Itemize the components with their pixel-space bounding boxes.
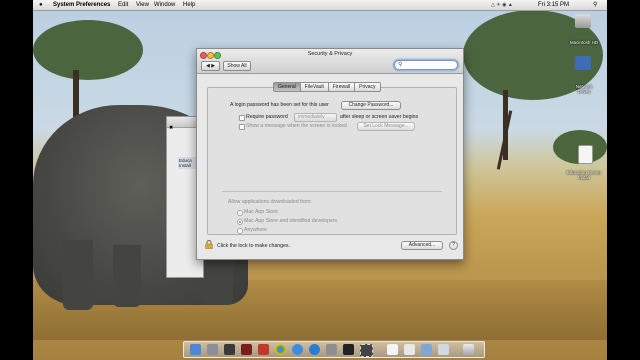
hard-drive-icon[interactable] bbox=[575, 14, 591, 28]
tools-icon: ✖ bbox=[169, 125, 174, 131]
require-password-label: Require password bbox=[246, 114, 288, 120]
require-password-checkbox[interactable] bbox=[239, 115, 245, 121]
desktop-icon-label: Network Drives bbox=[575, 84, 593, 94]
lock-icon[interactable] bbox=[205, 240, 213, 249]
require-password-popup[interactable]: immediately bbox=[294, 113, 337, 122]
search-icon[interactable]: ⚲ bbox=[593, 0, 597, 10]
tab-firewall[interactable]: Firewall bbox=[328, 82, 356, 92]
desktop-icon-label: Education Server Install bbox=[566, 170, 602, 180]
security-privacy-window: Security & Privacy ◀ ▶ Show All ⚲ Genera… bbox=[196, 48, 464, 260]
clock[interactable]: Fri 3:15 PM bbox=[538, 0, 569, 10]
desktop: ● System Preferences Edit View Window He… bbox=[33, 0, 607, 360]
require-password-suffix: after sleep or screen saver begins bbox=[340, 114, 419, 120]
film-icon[interactable] bbox=[360, 344, 373, 357]
background-window-label[interactable]: Educa Install bbox=[178, 157, 198, 169]
network-icon[interactable] bbox=[575, 56, 591, 70]
trash-icon[interactable] bbox=[463, 344, 474, 355]
radio-identified-developers[interactable] bbox=[237, 219, 243, 225]
search-field[interactable]: ⚲ bbox=[394, 60, 458, 70]
preview-icon[interactable] bbox=[438, 344, 449, 355]
finder-icon[interactable] bbox=[190, 344, 201, 355]
advanced-button[interactable]: Advanced... bbox=[401, 241, 443, 250]
elephant-leg bbox=[113, 245, 141, 307]
elephant-leg bbox=[203, 255, 233, 305]
search-icon: ⚲ bbox=[398, 62, 403, 68]
tree-canopy bbox=[33, 20, 143, 80]
photo-booth-icon[interactable] bbox=[241, 344, 252, 355]
safari-icon[interactable] bbox=[292, 344, 303, 355]
lock-text: Click the lock to make changes. bbox=[217, 243, 290, 249]
general-panel: A login password has been set for this u… bbox=[207, 87, 457, 235]
tab-filevault[interactable]: FileVault bbox=[300, 82, 329, 92]
tab-general[interactable]: General bbox=[273, 82, 301, 92]
folder-icon[interactable] bbox=[421, 344, 432, 355]
apple-menu-icon[interactable]: ● bbox=[39, 0, 43, 10]
window-title: Security & Privacy bbox=[307, 51, 353, 57]
set-lock-message-button[interactable]: Set Lock Message... bbox=[357, 122, 415, 131]
change-password-button[interactable]: Change Password... bbox=[341, 101, 401, 110]
menu-window[interactable]: Window bbox=[154, 0, 175, 10]
section-divider bbox=[222, 191, 442, 192]
menu-bar: ● System Preferences Edit View Window He… bbox=[33, 0, 607, 11]
app-menu[interactable]: System Preferences bbox=[53, 0, 110, 10]
status-icons[interactable]: △ ☀ ◉ ▲ bbox=[491, 0, 513, 10]
help-button[interactable]: ? bbox=[449, 241, 458, 250]
terminal-icon[interactable] bbox=[343, 344, 354, 355]
radio-label: Anywhere bbox=[244, 227, 268, 233]
pdf-icon[interactable] bbox=[258, 344, 269, 355]
system-preferences-icon[interactable] bbox=[326, 344, 337, 355]
tab-bar: General FileVault Firewall Privacy bbox=[273, 82, 381, 92]
show-all-button[interactable]: Show All bbox=[223, 61, 251, 71]
app-store-icon[interactable] bbox=[309, 344, 320, 355]
menu-help[interactable]: Help bbox=[183, 0, 195, 10]
radio-label: Mac App Store and identified developers bbox=[244, 218, 338, 224]
dock bbox=[183, 341, 485, 358]
login-password-text: A login password has been set for this u… bbox=[230, 102, 329, 108]
radio-mac-app-store[interactable] bbox=[237, 210, 243, 216]
document-icon[interactable] bbox=[387, 344, 398, 355]
allow-apps-label: Allow applications downloaded from: bbox=[228, 199, 312, 205]
document-icon[interactable] bbox=[404, 344, 415, 355]
menu-edit[interactable]: Edit bbox=[118, 0, 128, 10]
radio-anywhere[interactable] bbox=[237, 228, 243, 234]
document-icon[interactable] bbox=[578, 145, 593, 164]
desktop-icon-label: Macintosh HD bbox=[569, 40, 599, 45]
back-forward-buttons[interactable]: ◀ ▶ bbox=[201, 61, 220, 71]
show-message-checkbox[interactable] bbox=[239, 124, 245, 130]
mission-control-icon[interactable] bbox=[224, 344, 235, 355]
tab-privacy[interactable]: Privacy bbox=[355, 82, 381, 92]
elephant-leg bbox=[63, 240, 93, 310]
chrome-icon[interactable] bbox=[275, 344, 286, 355]
menu-view[interactable]: View bbox=[136, 0, 149, 10]
window-titlebar: Security & Privacy ◀ ▶ Show All ⚲ bbox=[197, 49, 463, 74]
radio-label: Mac App Store bbox=[244, 209, 279, 215]
show-message-label: Show a message when the screen is locked bbox=[246, 123, 347, 129]
launchpad-icon[interactable] bbox=[207, 344, 218, 355]
